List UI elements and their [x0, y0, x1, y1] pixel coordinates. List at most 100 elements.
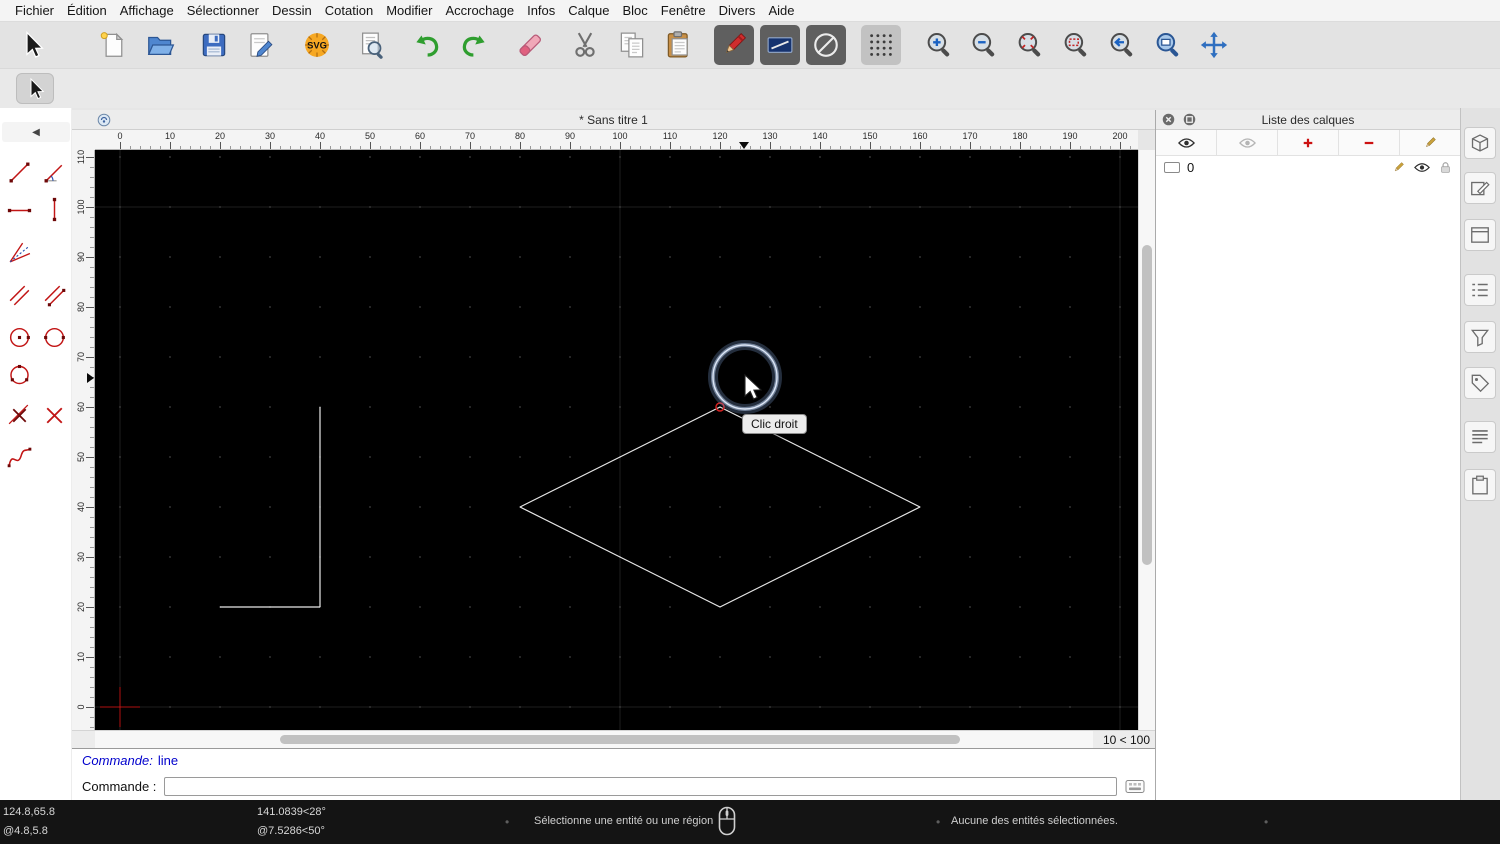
tool-circle-two-points-button[interactable] [37, 320, 71, 354]
menu-calque[interactable]: Calque [568, 3, 609, 18]
dock-command-line-button[interactable] [1464, 421, 1496, 453]
ruler-y-110: 110 [76, 150, 86, 165]
clipboard-icon [1469, 474, 1491, 496]
close-panel-icon[interactable] [1162, 113, 1175, 126]
remove-layer-button[interactable] [1339, 130, 1400, 155]
menu-bar: Fichier Édition Affichage Sélectionner Dessi… [0, 0, 1500, 22]
zoom-in-button[interactable] [919, 25, 959, 65]
ruler-y-70: 70 [76, 351, 86, 363]
menu-selectionner[interactable]: Sélectionner [187, 3, 259, 18]
eye-icon [1177, 137, 1195, 149]
menu-divers[interactable]: Divers [719, 3, 756, 18]
paste-button[interactable] [659, 25, 699, 65]
command-widget: Commande: line Commande : [72, 748, 1155, 800]
command-input[interactable] [164, 776, 1117, 796]
horizontal-scrollbar[interactable] [95, 731, 1093, 749]
dock-clipboard-button[interactable] [1464, 469, 1496, 501]
redo-button[interactable] [454, 25, 494, 65]
separator-dot-icon [505, 815, 509, 829]
menu-infos[interactable]: Infos [527, 3, 555, 18]
zoomout-icon [969, 30, 999, 60]
selection-pointer-button[interactable] [16, 73, 54, 104]
undo-button[interactable] [407, 25, 447, 65]
line-horizontal-icon [6, 196, 33, 223]
tool-circle-three-points-button[interactable] [2, 357, 36, 391]
tool-line-parallel-distance-button[interactable] [37, 278, 71, 312]
open-drawing-button[interactable] [140, 25, 180, 65]
vertical-scrollbar[interactable] [1138, 150, 1155, 730]
menu-fenetre[interactable]: Fenêtre [661, 3, 706, 18]
dock-window-button[interactable] [1464, 219, 1496, 251]
menu-cotation[interactable]: Cotation [325, 3, 373, 18]
menu-modifier[interactable]: Modifier [386, 3, 432, 18]
print-preview-button[interactable] [352, 25, 392, 65]
zoom-auto-button[interactable] [1010, 25, 1050, 65]
tool-line-two-points-button[interactable] [2, 155, 36, 189]
edit-layer-attributes-button[interactable] [1400, 130, 1460, 155]
edit-layer-icon[interactable] [1392, 161, 1405, 174]
hide-all-layers-button[interactable] [1156, 130, 1217, 155]
layer-visibility-icon[interactable] [1414, 162, 1430, 173]
tool-line-parallel-button[interactable] [2, 278, 36, 312]
undock-panel-icon[interactable] [1183, 113, 1196, 126]
zoom-out-button[interactable] [964, 25, 1004, 65]
tool-line-horizontal-button[interactable] [2, 192, 36, 226]
tool-line-vertical-button[interactable] [37, 192, 71, 226]
redo-icon [459, 30, 489, 60]
show-all-layers-button[interactable] [1217, 130, 1278, 155]
dock-layer-list-button[interactable] [1464, 274, 1496, 306]
tool-line-bisector-button[interactable] [2, 235, 36, 269]
cursor-icon [17, 30, 47, 60]
menu-affichage[interactable]: Affichage [120, 3, 174, 18]
relative-coordinates: @4.8,5.8 [3, 825, 48, 837]
zoom-pan-button[interactable] [1194, 25, 1234, 65]
tool-modify-trim-button[interactable] [2, 398, 36, 432]
zoomin-icon [924, 30, 954, 60]
librecad-window: Fichier Édition Affichage Sélectionner Dessi… [0, 0, 1500, 844]
pen-settings-button[interactable] [714, 25, 754, 65]
circle-tool-button[interactable] [806, 25, 846, 65]
horizontal-scroll-thumb[interactable] [280, 735, 960, 744]
menu-accrochage[interactable]: Accrochage [445, 3, 514, 18]
dock-pen-wizard-button[interactable] [1464, 367, 1496, 399]
zoom-previous-button[interactable] [1102, 25, 1142, 65]
tool-spline-points-button[interactable] [2, 441, 36, 475]
ruler-x-200: 200 [1112, 131, 1128, 141]
tool-modify-delete-button[interactable] [37, 398, 71, 432]
save-icon [199, 30, 229, 60]
plus-icon [1302, 137, 1314, 149]
cut-button[interactable] [565, 25, 605, 65]
select-button[interactable] [12, 25, 52, 65]
copy-button[interactable] [612, 25, 652, 65]
zoom-window-button[interactable] [1148, 25, 1188, 65]
layer-lock-icon[interactable] [1439, 161, 1452, 174]
dock-library-browser-button[interactable] [1464, 127, 1496, 159]
layer-row[interactable]: 0 [1156, 156, 1460, 178]
layer-list-panel: Liste des calques 0 [1155, 110, 1460, 800]
save-drawing-button[interactable] [194, 25, 234, 65]
entity-attributes-button[interactable] [760, 25, 800, 65]
dock-entity-filter-button[interactable] [1464, 321, 1496, 353]
tool-circle-center-point-button[interactable] [2, 320, 36, 354]
keyboard-mode-button[interactable] [1125, 779, 1145, 794]
ruler-x-40: 40 [314, 131, 326, 141]
tool-line-angle-button[interactable] [37, 155, 71, 189]
menu-aide[interactable]: Aide [768, 3, 794, 18]
menu-dessin[interactable]: Dessin [272, 3, 312, 18]
drawing-canvas[interactable]: Clic droit [95, 150, 1138, 730]
undo-icon [412, 30, 442, 60]
ruler-y-0: 0 [76, 704, 86, 710]
edit-drawing-button[interactable] [241, 25, 281, 65]
menu-edition[interactable]: Édition [67, 3, 107, 18]
delete-entities-button[interactable] [510, 25, 550, 65]
menu-fichier[interactable]: Fichier [15, 3, 54, 18]
export-svg-button[interactable]: SVG [297, 25, 337, 65]
layer-name: 0 [1187, 159, 1195, 175]
toggle-grid-button[interactable] [861, 25, 901, 65]
add-layer-button[interactable] [1278, 130, 1339, 155]
menu-bloc[interactable]: Bloc [622, 3, 647, 18]
dock-block-editor-button[interactable] [1464, 172, 1496, 204]
new-drawing-button[interactable] [93, 25, 133, 65]
vertical-scroll-thumb[interactable] [1142, 245, 1152, 565]
zoom-region-button[interactable] [1056, 25, 1096, 65]
